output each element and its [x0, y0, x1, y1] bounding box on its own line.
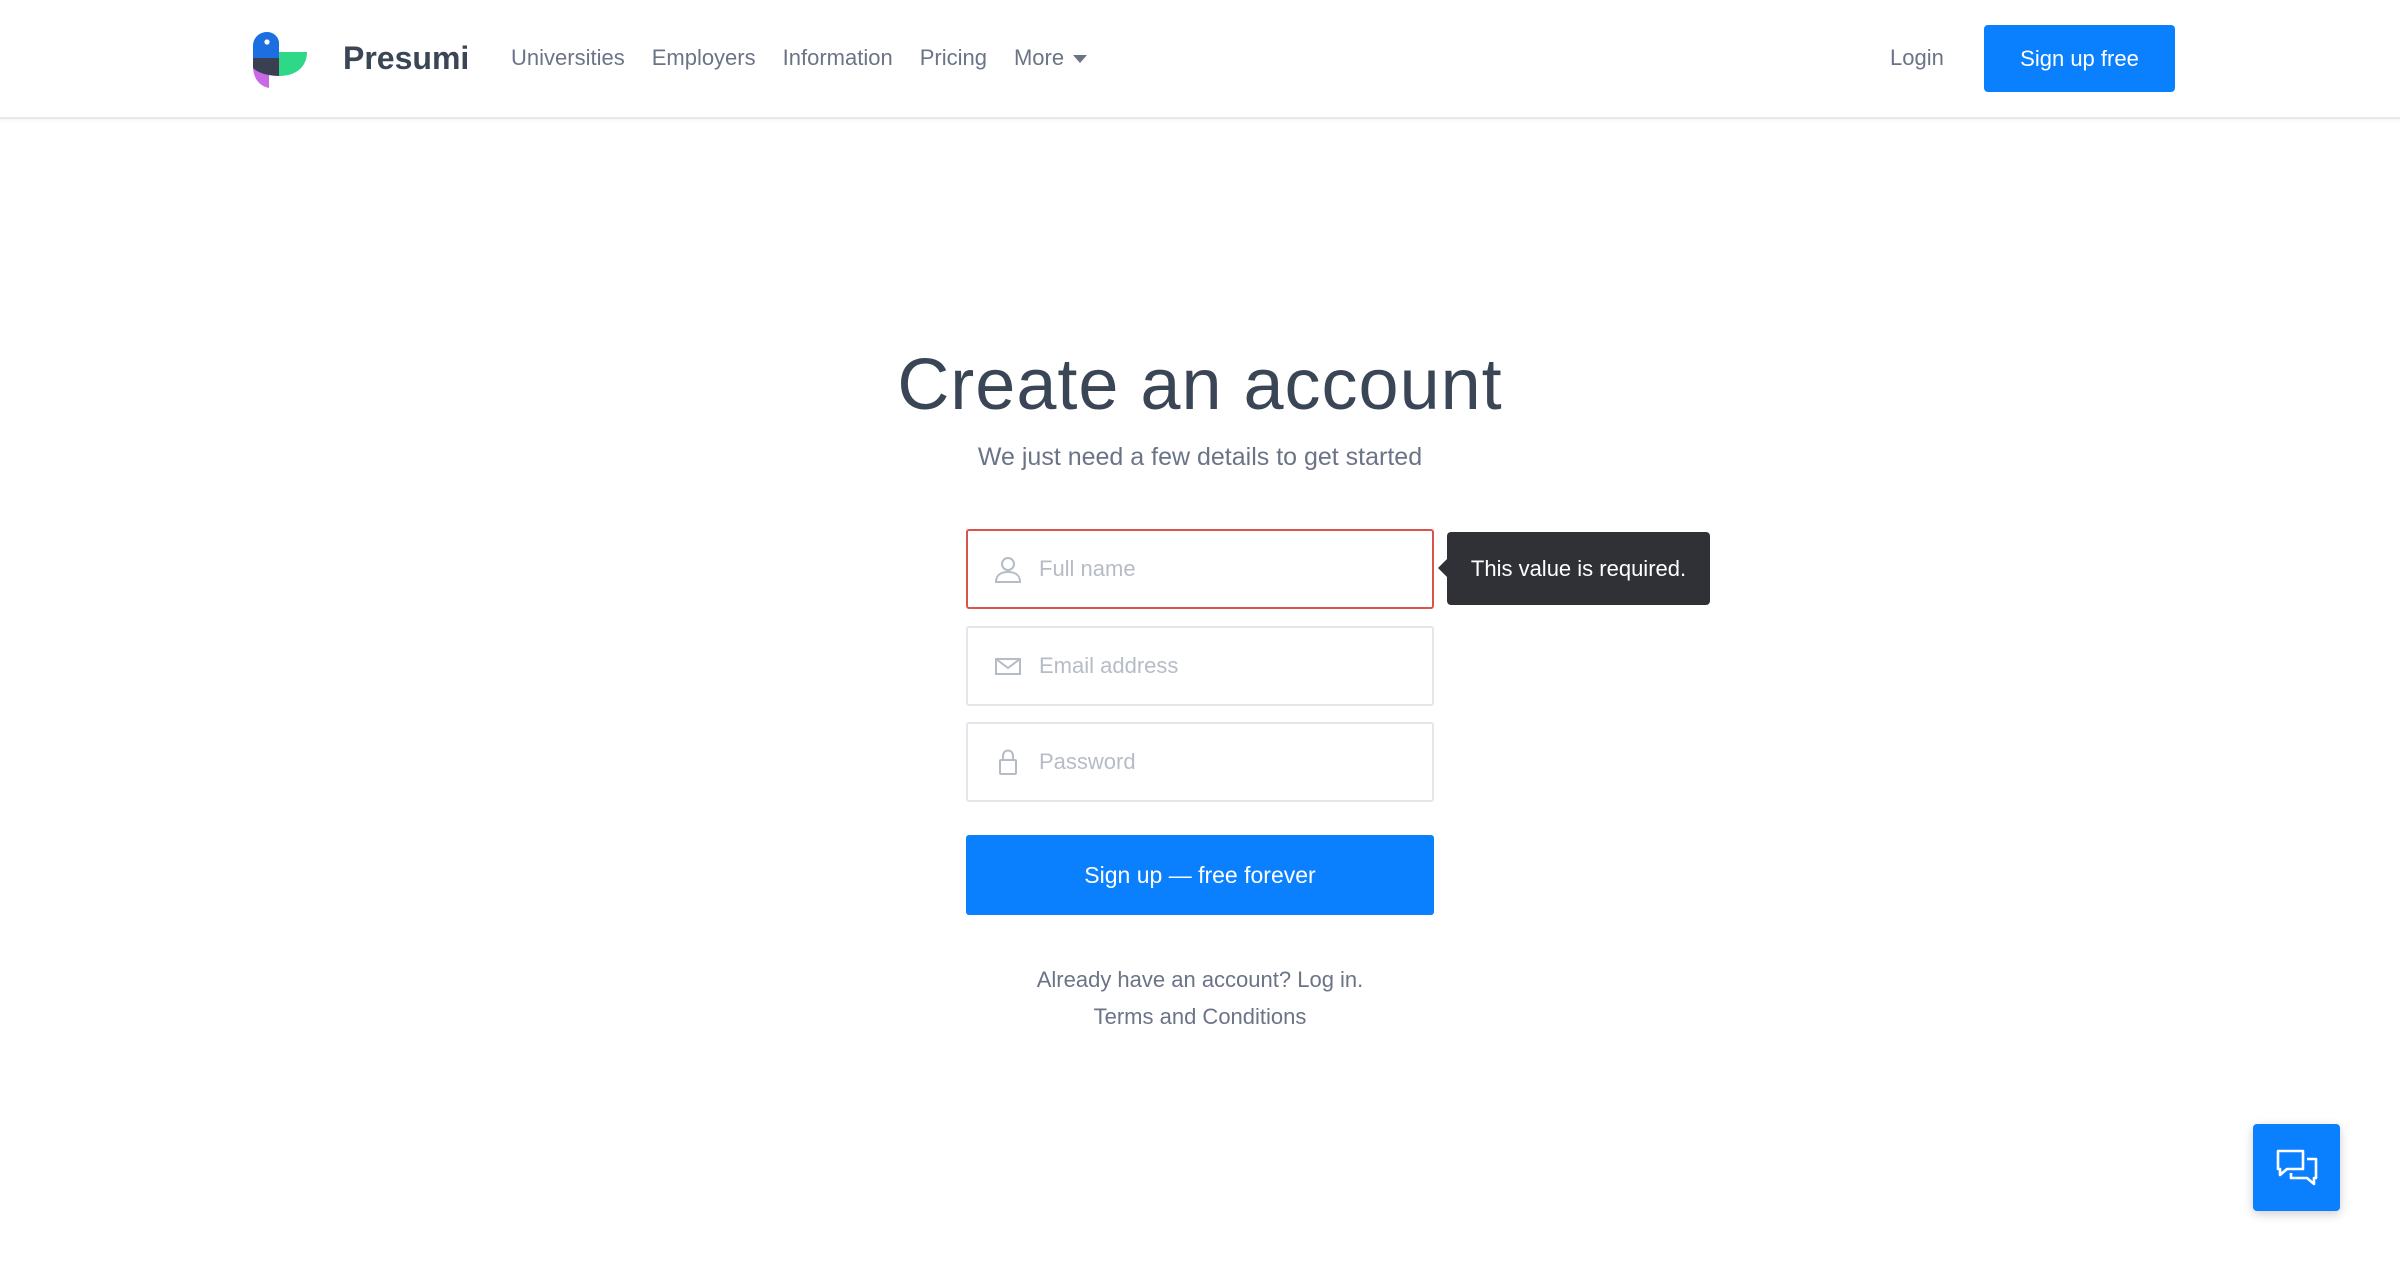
- page-title: Create an account: [897, 345, 1503, 425]
- email-input[interactable]: [1037, 628, 1432, 704]
- nav-information[interactable]: Information: [783, 45, 893, 71]
- login-prompt: Already have an account? Log in.: [0, 964, 2400, 996]
- nav-employers[interactable]: Employers: [652, 45, 756, 71]
- password-input[interactable]: [1037, 724, 1432, 800]
- chat-widget-button[interactable]: [2253, 1124, 2340, 1211]
- login-link[interactable]: Login: [1890, 40, 1944, 76]
- terms-link[interactable]: Terms and Conditions: [1094, 1004, 1307, 1029]
- user-icon: [994, 557, 1022, 583]
- nav-pricing[interactable]: Pricing: [920, 45, 987, 71]
- signup-free-button[interactable]: Sign up free: [1984, 25, 2175, 92]
- signup-submit-button[interactable]: Sign up — free forever: [966, 835, 1434, 915]
- nav-universities[interactable]: Universities: [511, 45, 625, 71]
- password-field[interactable]: [966, 722, 1434, 802]
- main-nav: Universities Employers Information Prici…: [511, 40, 1114, 76]
- chevron-down-icon: [1073, 55, 1088, 63]
- nav-more-label: More: [1013, 45, 1065, 70]
- site-header: Presumi Universities Employers Informati…: [0, 0, 2400, 119]
- full-name-input[interactable]: [1037, 531, 1432, 607]
- nav-more-dropdown[interactable]: More: [1013, 45, 1088, 71]
- lock-icon: [999, 749, 1017, 775]
- bird-logo-icon[interactable]: [251, 28, 309, 90]
- login-prompt-link[interactable]: Already have an account? Log in.: [1037, 967, 1364, 992]
- email-field[interactable]: [966, 626, 1434, 706]
- chat-bubbles-icon: [2276, 1149, 2317, 1185]
- brand-name[interactable]: Presumi: [343, 36, 469, 80]
- validation-tooltip: This value is required.: [1438, 532, 1710, 605]
- envelope-icon: [995, 658, 1021, 675]
- terms-row: Terms and Conditions: [0, 1001, 2400, 1033]
- full-name-field[interactable]: [966, 529, 1434, 609]
- page-subtitle: We just need a few details to get starte…: [977, 443, 1423, 471]
